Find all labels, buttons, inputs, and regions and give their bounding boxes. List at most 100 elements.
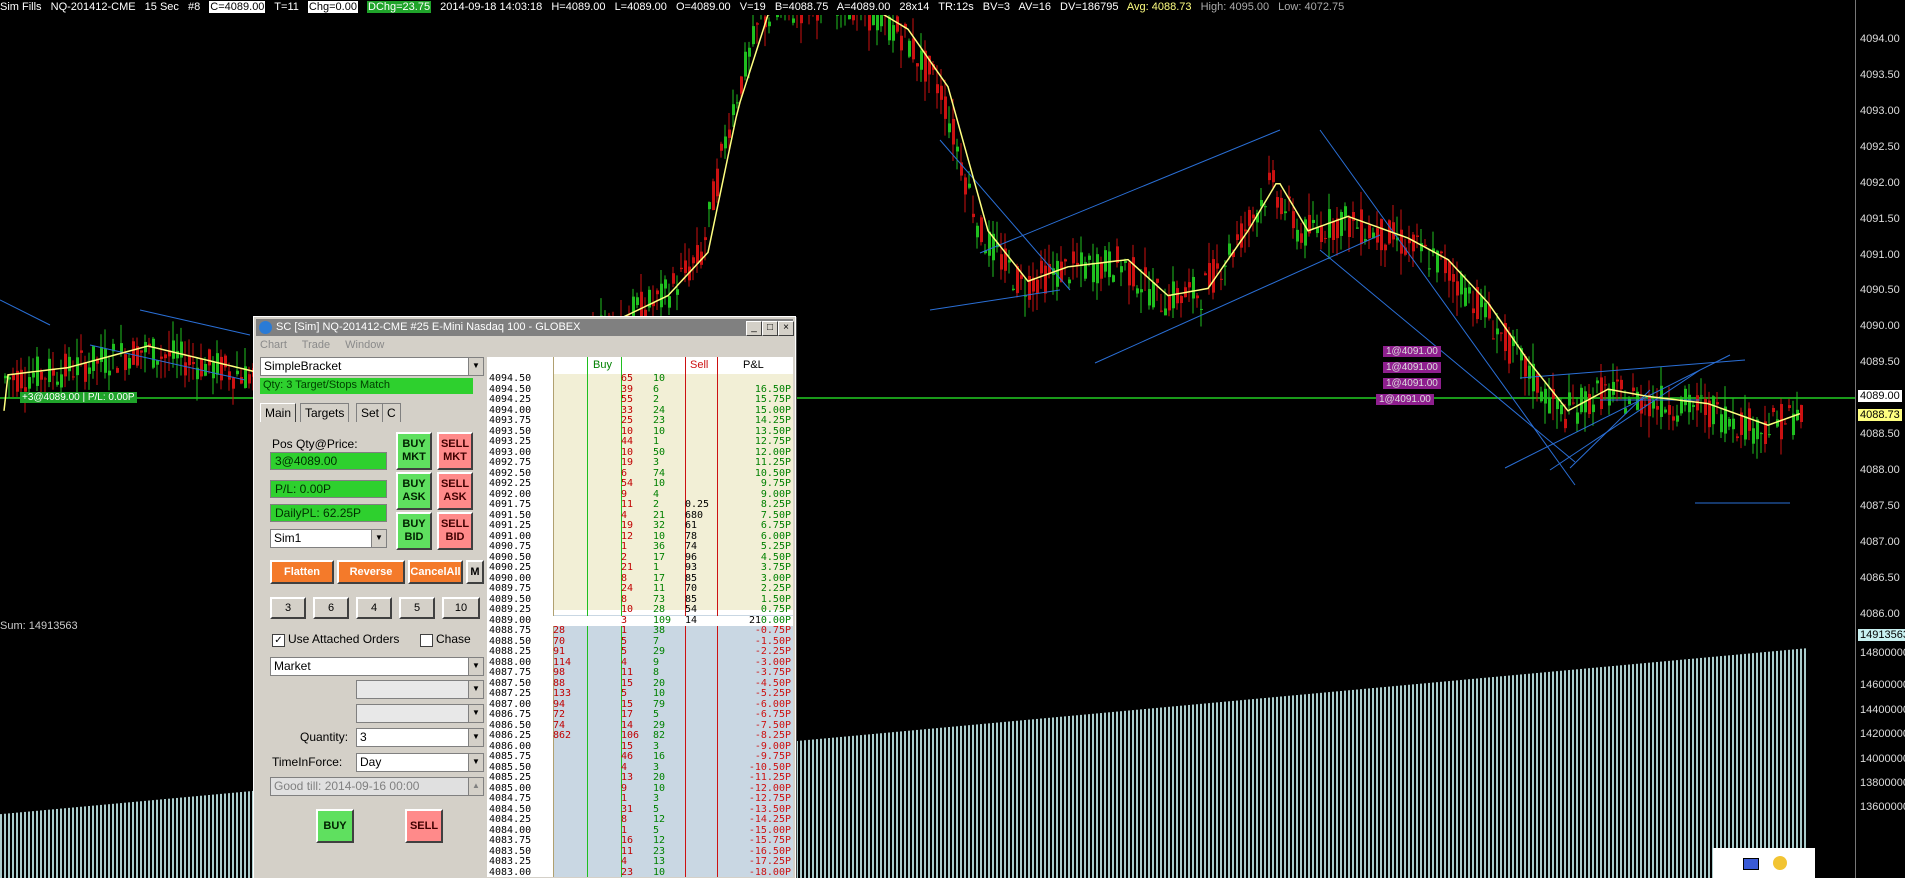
tab-set[interactable]: Set	[356, 403, 385, 422]
ladder-row[interactable]: 4090.25 21 1 93 3.75P	[487, 562, 793, 574]
qty-button-3[interactable]: 3	[270, 597, 306, 619]
ladder-row[interactable]: 4090.75 1 36 74 5.25P	[487, 541, 793, 553]
ladder-row[interactable]: 4087.50 88 15 20 -4.50P	[487, 678, 793, 690]
account-select[interactable]: Sim1 ▼	[270, 529, 387, 548]
ladder-row[interactable]: 4086.00 15 3 -9.00P	[487, 741, 793, 753]
trade-window[interactable]: SC [Sim] NQ-201412-CME #25 E-Mini Nasdaq…	[253, 316, 796, 878]
order-label-2[interactable]: 1@4091.00	[1383, 362, 1441, 373]
ladder-row[interactable]: 4085.25 13 20 -11.25P	[487, 772, 793, 784]
qty-button-4[interactable]: 4	[356, 597, 392, 619]
price-1-field[interactable]: ▼	[356, 680, 484, 699]
ladder-row[interactable]: 4094.50 65 10	[487, 373, 793, 385]
order-type-select[interactable]: Market ▼	[270, 657, 484, 676]
ladder-row[interactable]: 4087.00 94 15 79 -6.00P	[487, 699, 793, 711]
ladder-row[interactable]: 4089.75 24 11 70 2.25P	[487, 583, 793, 595]
m-button[interactable]: M	[466, 560, 484, 584]
good-till-field[interactable]: Good till: 2014-09-16 00:00 ▲	[270, 777, 484, 796]
ladder-row[interactable]: 4091.75 11 2 0.25 8.25P	[487, 499, 793, 511]
ladder-row[interactable]: 4092.75 19 3 11.25P	[487, 457, 793, 469]
tab-main[interactable]: Main	[260, 403, 297, 422]
ladder-row[interactable]: 4085.50 4 3 -10.50P	[487, 762, 793, 774]
trend-line[interactable]	[139, 309, 251, 336]
ladder-row[interactable]: 4092.00 9 4 9.00P	[487, 489, 793, 501]
trend-line[interactable]	[0, 299, 51, 326]
ladder-row[interactable]: 4084.00 1 5 -15.00P	[487, 825, 793, 837]
ladder-row[interactable]: 4085.75 46 16 -9.75P	[487, 751, 793, 763]
ladder-row[interactable]: 4089.00 3 109 14 0.00P 21	[487, 615, 793, 626]
price-ladder[interactable]: Buy Sell P&L 4094.50 65 10 4094.50 39 6 16.50P…	[487, 357, 793, 877]
sun-icon[interactable]	[1773, 856, 1787, 870]
qty-button-6[interactable]: 6	[313, 597, 349, 619]
ladder-row[interactable]: 4094.00 33 24 15.00P	[487, 405, 793, 417]
ladder-row[interactable]: 4084.75 1 3 -12.75P	[487, 793, 793, 805]
buy-ask-button[interactable]: BUY ASK	[396, 472, 432, 510]
ladder-row[interactable]: 4086.75 72 17 5 -6.75P	[487, 709, 793, 721]
trade-window-titlebar[interactable]: SC [Sim] NQ-201412-CME #25 E-Mini Nasdaq…	[256, 319, 794, 336]
position-label[interactable]: +3@4089.00 | P/L: 0.00P	[20, 392, 137, 403]
sell-button[interactable]: SELL	[405, 809, 443, 843]
ladder-row[interactable]: 4089.50 8 73 85 1.50P	[487, 594, 793, 606]
trend-line[interactable]	[1319, 129, 1576, 486]
menu-chart[interactable]: Chart	[260, 339, 287, 351]
ladder-row[interactable]: 4083.25 4 13 -17.25P	[487, 856, 793, 868]
ladder-row[interactable]: 4093.50 10 10 13.50P	[487, 426, 793, 438]
ladder-row[interactable]: 4088.00 114 4 9 -3.00P	[487, 657, 793, 669]
ladder-row[interactable]: 4088.25 91 5 29 -2.25P	[487, 646, 793, 658]
order-label-4[interactable]: 1@4091.00	[1376, 394, 1434, 405]
use-attached-checkbox[interactable]: ✓	[272, 634, 285, 647]
ladder-row[interactable]: 4083.75 16 12 -15.75P	[487, 835, 793, 847]
tab-c[interactable]: C	[382, 403, 401, 422]
trend-line[interactable]	[1319, 249, 1576, 463]
order-label-1[interactable]: 1@4091.00	[1383, 346, 1441, 357]
ladder-row[interactable]: 4087.75 98 11 8 -3.75P	[487, 667, 793, 679]
tab-targets[interactable]: Targets	[300, 403, 350, 422]
buy-bid-button[interactable]: BUY BID	[396, 512, 432, 550]
quantity-input[interactable]: 3 ▼	[356, 728, 484, 747]
ladder-row[interactable]: 4087.25 133 5 10 -5.25P	[487, 688, 793, 700]
ladder-row[interactable]: 4083.50 11 23 -16.50P	[487, 846, 793, 858]
flatten-button[interactable]: Flatten	[270, 560, 334, 584]
ladder-row[interactable]: 4083.00 23 10 -18.00P	[487, 867, 793, 877]
ladder-row[interactable]: 4088.75 28 1 38 -0.75P	[487, 625, 793, 637]
reverse-button[interactable]: Reverse	[337, 560, 405, 584]
ladder-row[interactable]: 4093.00 10 50 12.00P	[487, 447, 793, 459]
buy-button[interactable]: BUY	[316, 809, 354, 843]
menu-trade[interactable]: Trade	[302, 339, 330, 351]
order-label-3[interactable]: 1@4091.00	[1383, 378, 1441, 389]
ladder-row[interactable]: 4090.50 2 17 96 4.50P	[487, 552, 793, 564]
sell-bid-button[interactable]: SELL BID	[437, 512, 473, 550]
sell-ask-button[interactable]: SELL ASK	[437, 472, 473, 510]
price-2-field[interactable]: ▼	[356, 704, 484, 723]
ladder-row[interactable]: 4094.25 55 2 15.75P	[487, 394, 793, 406]
ladder-row[interactable]: 4091.25 19 32 61 6.75P	[487, 520, 793, 532]
minimize-icon[interactable]: _	[746, 321, 762, 336]
ladder-row[interactable]: 4084.50 31 5 -13.50P	[487, 804, 793, 816]
ladder-row[interactable]: 4086.25 862 106 82 -8.25P	[487, 730, 793, 742]
ladder-row[interactable]: 4090.00 8 17 85 3.00P	[487, 573, 793, 585]
ladder-row[interactable]: 4088.50 70 5 7 -1.50P	[487, 636, 793, 648]
ladder-row[interactable]: 4092.25 54 10 9.75P	[487, 478, 793, 490]
maximize-icon[interactable]: □	[762, 321, 778, 336]
sell-market-button[interactable]: SELL MKT	[437, 432, 473, 470]
trend-line[interactable]	[1094, 234, 1381, 364]
ladder-row[interactable]: 4092.50 6 74 10.50P	[487, 468, 793, 480]
ladder-row[interactable]: 4086.50 74 14 29 -7.50P	[487, 720, 793, 732]
close-icon[interactable]: ×	[778, 321, 794, 336]
ladder-row[interactable]: 4085.00 9 10 -12.00P	[487, 783, 793, 795]
ladder-row[interactable]: 4094.50 39 6 16.50P	[487, 384, 793, 396]
tray-icon[interactable]	[1743, 858, 1759, 870]
ladder-row[interactable]: 4091.50 4 21 680 7.50P	[487, 510, 793, 522]
ladder-row[interactable]: 4093.25 44 1 12.75P	[487, 436, 793, 448]
menu-window[interactable]: Window	[345, 339, 384, 351]
ladder-row[interactable]: 4089.25 10 28 54 0.75P	[487, 604, 793, 616]
qty-button-10[interactable]: 10	[442, 597, 480, 619]
chase-checkbox[interactable]	[420, 634, 433, 647]
strategy-select[interactable]: SimpleBracket ▼	[260, 357, 484, 376]
ladder-row[interactable]: 4093.75 25 23 14.25P	[487, 415, 793, 427]
buy-market-button[interactable]: BUY MKT	[396, 432, 432, 470]
cancel-all-button[interactable]: CancelAll	[408, 560, 463, 584]
qty-button-5[interactable]: 5	[399, 597, 435, 619]
tif-select[interactable]: Day ▼	[356, 753, 484, 772]
trend-line[interactable]	[929, 289, 1061, 311]
ladder-row[interactable]: 4084.25 8 12 -14.25P	[487, 814, 793, 826]
